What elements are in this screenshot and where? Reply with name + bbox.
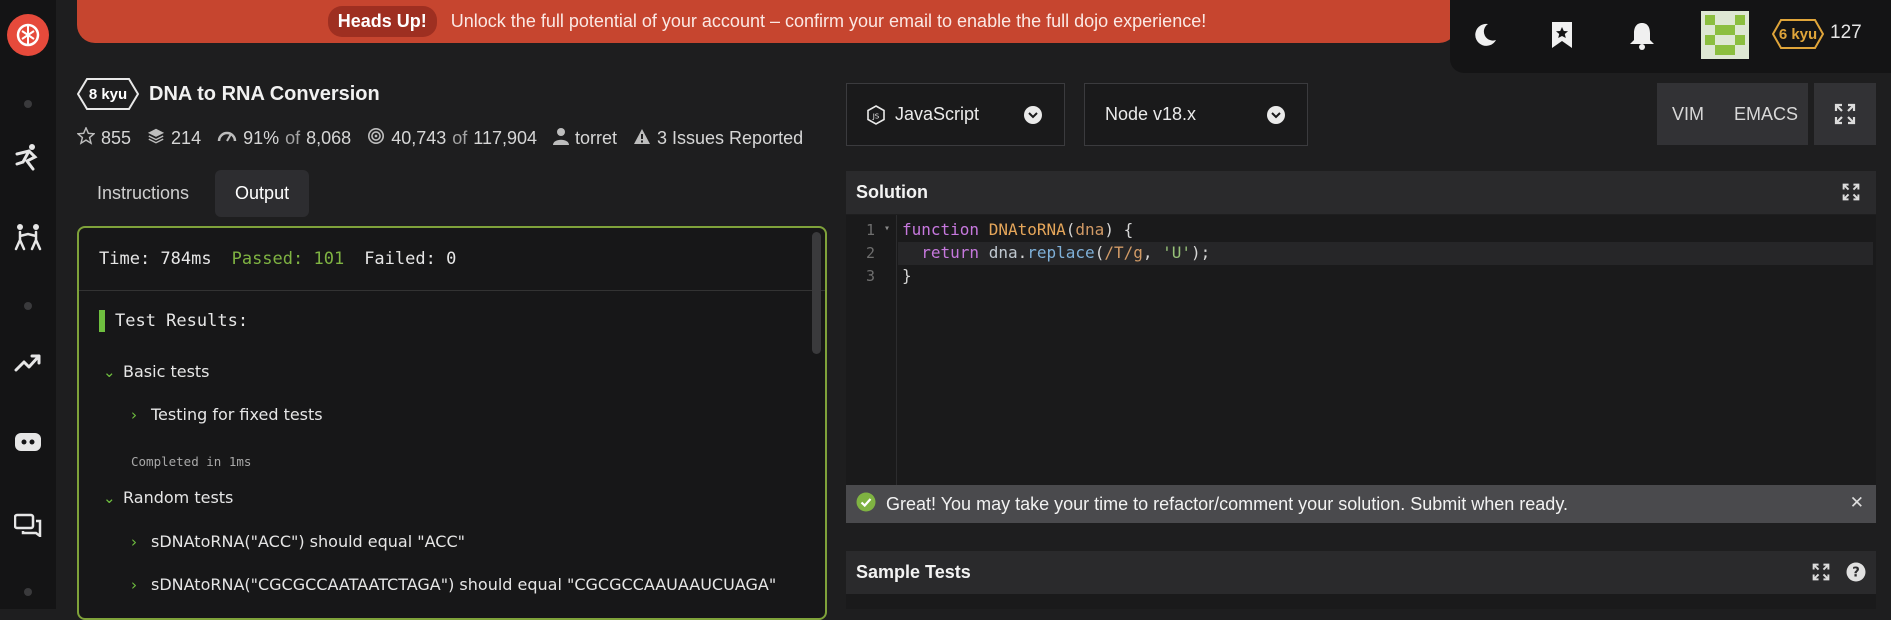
javascript-icon: JS (867, 104, 885, 125)
check-circle-icon (856, 492, 876, 517)
star-icon (76, 126, 96, 150)
heads-up-badge: Heads Up! (327, 6, 437, 37)
discord-icon[interactable] (0, 428, 56, 458)
test-summary: Time: 784ms Passed: 101 Failed: 0 (79, 228, 825, 291)
failed-count: Failed: 0 (364, 249, 457, 269)
stars-stat[interactable]: 855 (76, 126, 131, 150)
chevron-down-icon: ⌄ (103, 362, 116, 381)
issues-stat[interactable]: 3 Issues Reported (633, 128, 803, 150)
tab-output[interactable]: Output (215, 170, 310, 217)
test-item-fixed[interactable]: › Testing for fixed tests (131, 405, 323, 424)
solution-editor[interactable]: 1 2 3 ▾ function DNAtoRNA(dna) { return … (846, 215, 1876, 485)
codewars-logo[interactable] (0, 0, 56, 70)
test-group-basic[interactable]: ⌄ Basic tests (103, 362, 210, 381)
banner-message[interactable]: Unlock the full potential of your accoun… (451, 11, 1206, 32)
code-line-1: function DNAtoRNA(dna) { (902, 220, 1134, 239)
runtime-version-select[interactable]: Node v18.x (1084, 83, 1308, 146)
solution-title: Solution (856, 182, 928, 202)
chevron-down-icon: ⌄ (103, 488, 116, 507)
left-sidebar (0, 0, 56, 609)
passed-count: Passed: 101 (231, 249, 345, 269)
satisfaction-stat: 91% of 8,068 (217, 128, 351, 149)
test-item-random-2[interactable]: › sDNAtoRNA("CGCGCCAATAATCTAGA") should … (131, 575, 776, 594)
test-group-random[interactable]: ⌄ Random tests (103, 488, 233, 507)
chevron-right-icon: › (131, 575, 137, 594)
kata-stats: 855 214 91% of 8,068 40,743 of 117,904 t… (76, 126, 803, 150)
layers-icon (147, 127, 165, 150)
code-line-2: return dna.replace(/T/g, 'U'); (921, 243, 1211, 262)
chevron-right-icon: › (131, 405, 137, 424)
close-icon[interactable]: ✕ (1850, 493, 1864, 513)
user-icon (553, 127, 569, 150)
notice-message: Great! You may take your time to refacto… (886, 493, 1568, 514)
train-icon[interactable] (0, 220, 56, 254)
expand-icon[interactable] (1812, 563, 1830, 586)
svg-text:JS: JS (872, 112, 880, 120)
code-line-3: } (902, 266, 912, 285)
user-rank-text: 6 kyu (1778, 25, 1818, 43)
warning-icon (633, 128, 651, 150)
sidebar-dot (0, 586, 56, 598)
sidebar-dot (0, 98, 56, 110)
kata-rank-badge: 8 kyu (77, 78, 139, 110)
logo-icon (7, 14, 49, 56)
expand-icon[interactable] (1842, 183, 1860, 206)
kata-rank-text: 8 kyu (88, 85, 128, 103)
time-text: Time: 784ms (99, 249, 212, 269)
completed-time: Completed in 1ms (131, 454, 252, 469)
sidebar-dot (0, 300, 56, 312)
honor-count: 127 (1830, 22, 1862, 43)
user-rank-badge[interactable]: 6 kyu (1772, 19, 1824, 49)
kata-header: 8 kyu DNA to RNA Conversion (77, 78, 380, 110)
kata-title: DNA to RNA Conversion (149, 82, 380, 105)
email-confirm-banner: Heads Up! Unlock the full potential of y… (77, 0, 1457, 43)
leaderboard-trend-icon[interactable] (0, 348, 56, 378)
solution-header: Solution (846, 171, 1876, 214)
vim-mode-button[interactable]: VIM (1657, 104, 1719, 125)
language-select[interactable]: JS JavaScript (846, 83, 1065, 146)
sample-tests-header: Sample Tests ? (846, 551, 1876, 594)
expand-icon (1834, 103, 1856, 125)
fold-arrow-icon[interactable]: ▾ (884, 223, 890, 234)
svg-text:?: ? (1852, 566, 1860, 581)
sample-tests-editor[interactable] (846, 594, 1876, 609)
version-value: Node v18.x (1105, 104, 1197, 124)
line-number: 1 (866, 221, 876, 239)
sample-tests-title: Sample Tests (856, 562, 971, 582)
line-number: 2 (866, 244, 876, 262)
test-results-heading: Test Results: (99, 310, 248, 332)
chevron-right-icon: › (131, 532, 137, 551)
fullscreen-button[interactable] (1814, 83, 1876, 145)
help-icon[interactable]: ? (1846, 562, 1866, 587)
language-value: JavaScript (895, 104, 980, 124)
kata-tabs: Instructions Output (77, 170, 310, 217)
gauge-icon (217, 128, 237, 149)
chat-icon[interactable] (0, 510, 56, 540)
output-panel: Time: 784ms Passed: 101 Failed: 0 Test R… (77, 226, 827, 620)
line-number: 3 (866, 267, 876, 285)
chevron-down-icon (1267, 106, 1285, 124)
emacs-mode-button[interactable]: EMACS (1719, 104, 1813, 125)
chevron-down-icon (1024, 106, 1042, 124)
avatar[interactable] (1701, 11, 1749, 59)
success-notice: Great! You may take your time to refacto… (846, 485, 1876, 523)
test-item-random-1[interactable]: › sDNAtoRNA("ACC") should equal "ACC" (131, 532, 465, 551)
bookmark-star-icon[interactable] (1545, 18, 1579, 52)
top-right-toolbar (1450, 0, 1891, 73)
results-bar (99, 310, 105, 332)
bell-icon[interactable] (1625, 18, 1659, 52)
author-stat[interactable]: torret (553, 127, 617, 150)
editor-mode-toggle: VIM EMACS (1657, 83, 1808, 145)
completions-stat: 40,743 of 117,904 (367, 127, 537, 150)
moon-icon[interactable] (1468, 18, 1502, 52)
target-icon (367, 127, 385, 150)
output-scrollbar[interactable] (812, 232, 821, 354)
collections-stat[interactable]: 214 (147, 127, 201, 150)
practice-icon[interactable] (0, 140, 56, 174)
tab-instructions[interactable]: Instructions (77, 170, 209, 217)
